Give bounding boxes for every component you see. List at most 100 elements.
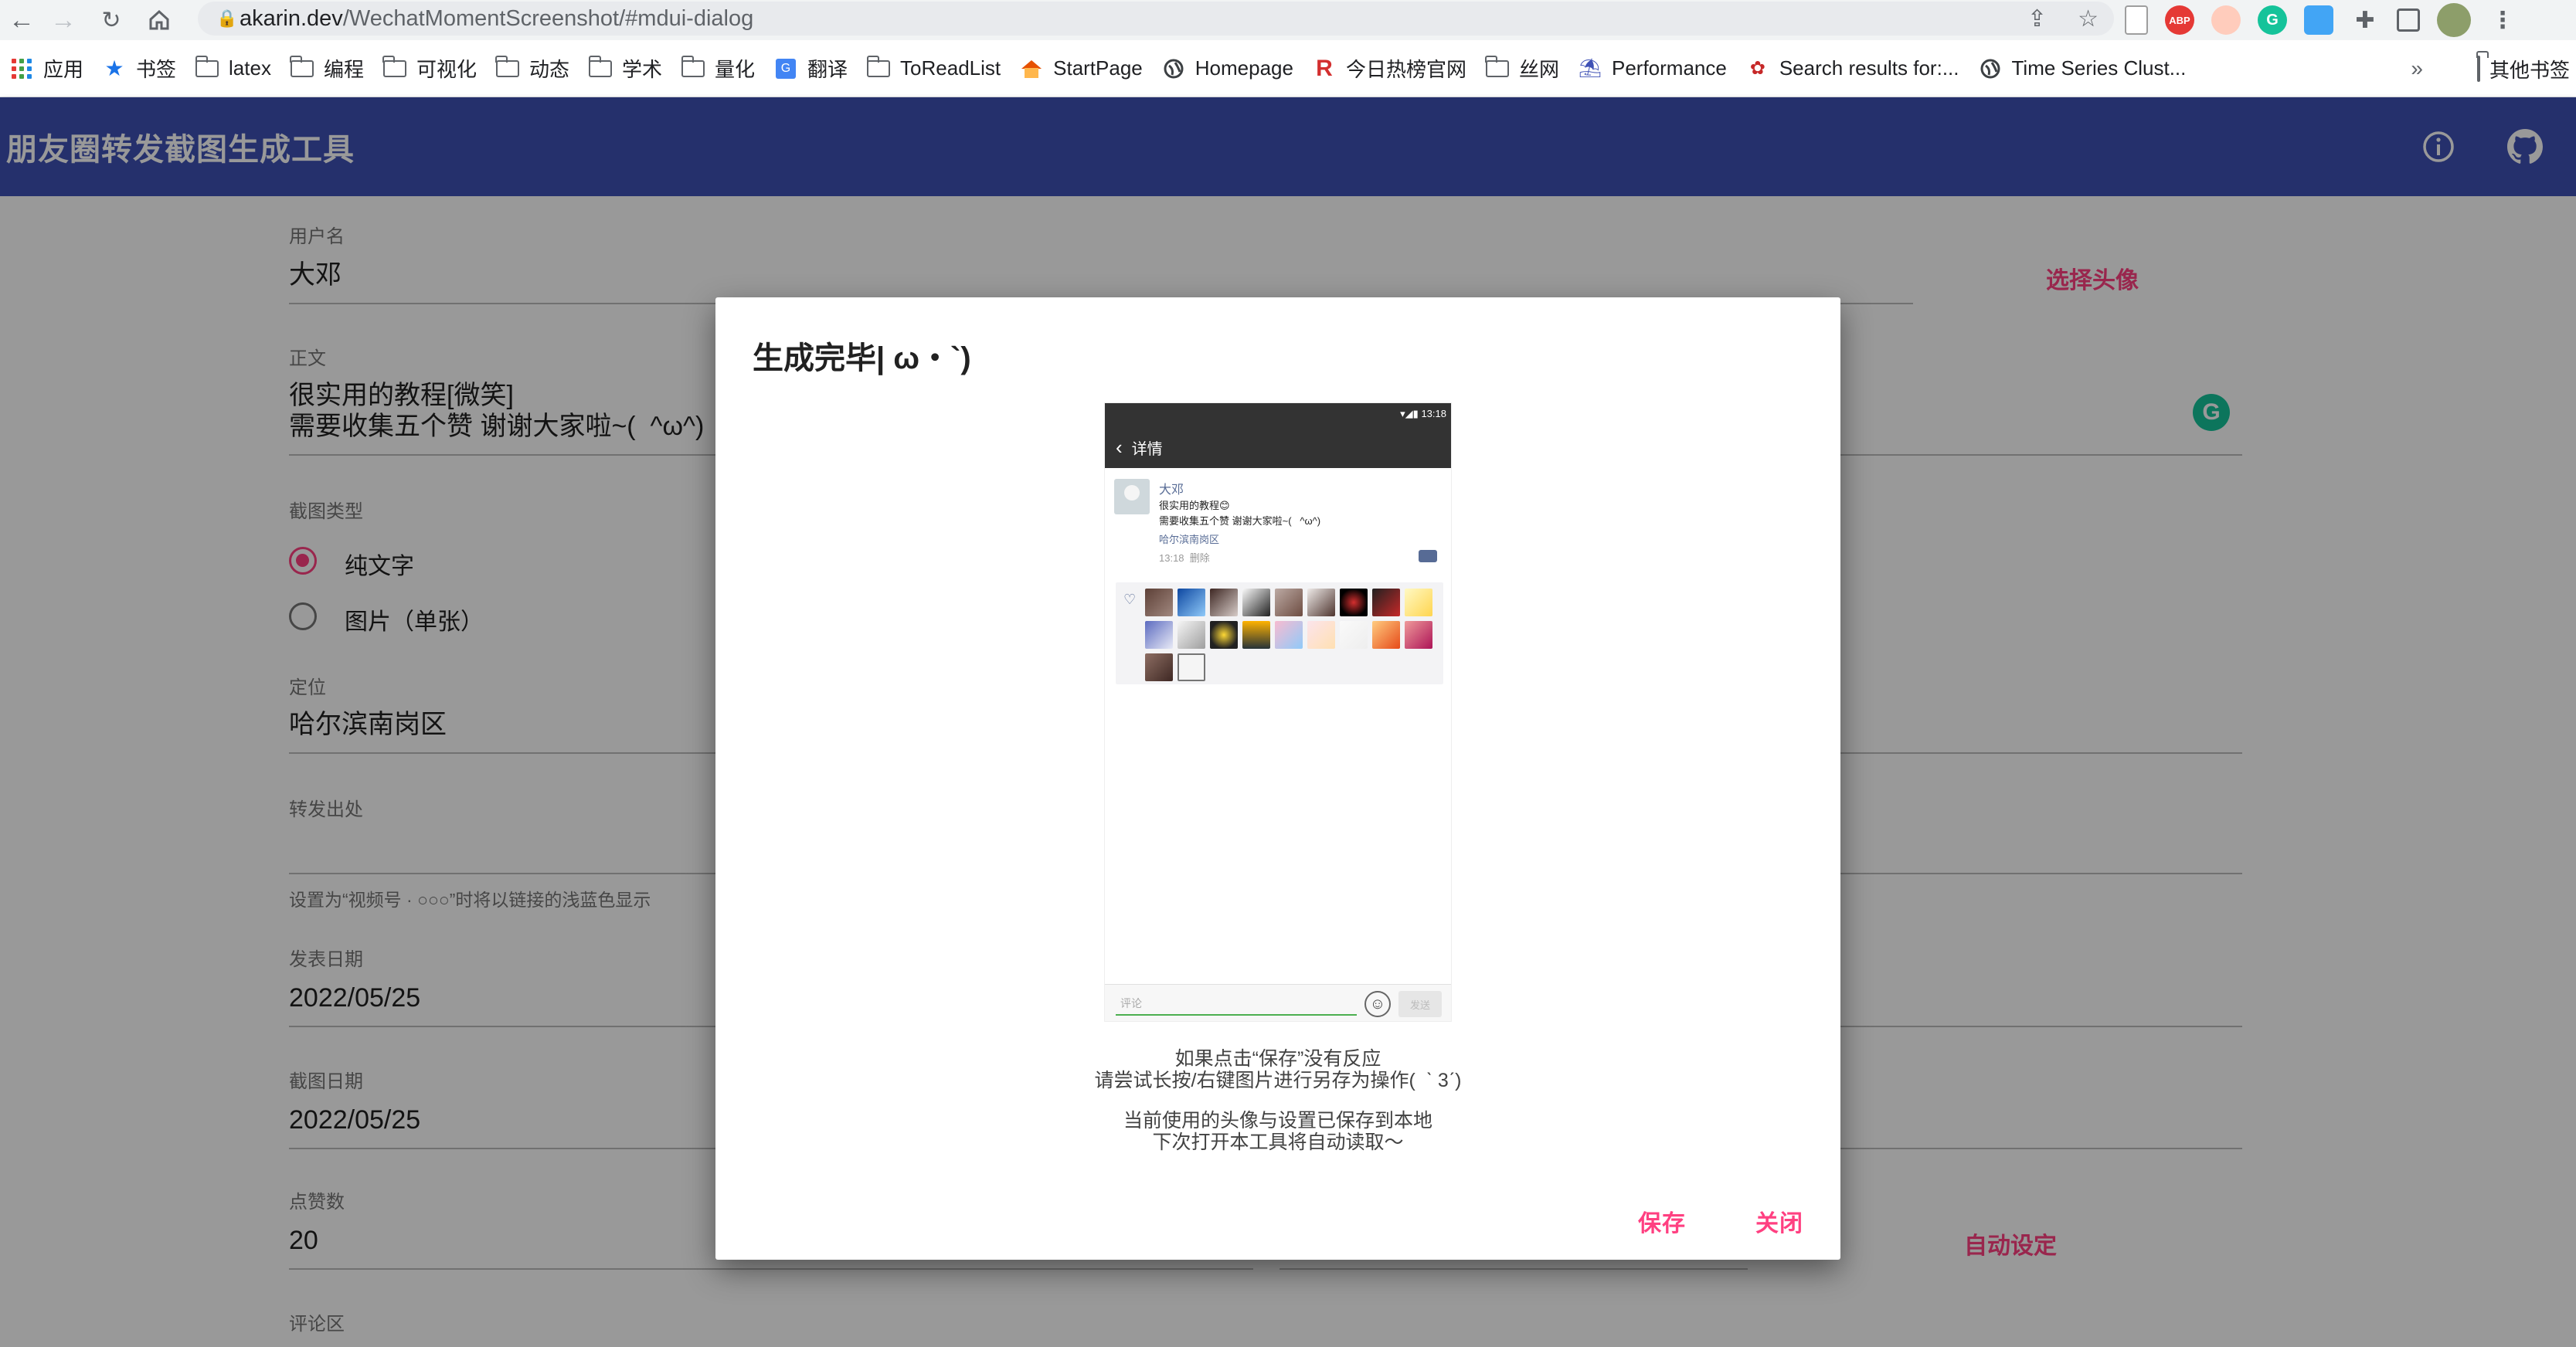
lock-icon: 🔒 (216, 8, 238, 28)
preview-username: 大邓 (1159, 483, 1184, 497)
like-avatar (1275, 621, 1303, 649)
folder-icon (382, 55, 407, 80)
back-icon[interactable]: ← (0, 0, 43, 40)
folder-icon (195, 55, 219, 80)
preview-status-time: 13:18 (1421, 408, 1446, 419)
preview-emoji-icon: ☺ (1364, 991, 1391, 1017)
share-icon[interactable]: ⇪ (2027, 5, 2047, 32)
preview-location: 哈尔滨南岗区 (1159, 534, 1220, 545)
translate-icon: G (773, 58, 798, 80)
star-icon: ★ (104, 56, 124, 80)
preview-heart-icon: ♡ (1123, 592, 1137, 607)
preview-nav-bar: ‹ 详情 (1105, 426, 1451, 468)
like-avatar (1210, 589, 1238, 616)
like-avatar (1340, 621, 1368, 649)
preview-comment-input: 评论 (1116, 992, 1357, 1016)
globe-icon (1161, 58, 1186, 80)
close-button[interactable]: 关闭 (1755, 1204, 1803, 1238)
page-extension-icon[interactable] (2125, 5, 2148, 35)
like-avatar (1178, 621, 1205, 649)
url-path: /WechatMomentScreenshot/#mdui-dialog (342, 5, 754, 31)
apps-grid-icon (9, 58, 34, 80)
bookmark-folder-silk[interactable]: 丝网 (1480, 40, 1573, 97)
bookmark-star-icon[interactable]: ☆ (2078, 5, 2099, 32)
preview-send-button: 发送 (1398, 991, 1442, 1017)
folder-icon (681, 55, 705, 80)
globe-icon (1978, 58, 2003, 80)
like-avatar (1372, 621, 1400, 649)
bookmark-folder-academic[interactable]: 学术 (583, 40, 676, 97)
forward-icon[interactable]: → (42, 0, 85, 40)
preview-nav-title: 详情 (1131, 440, 1163, 458)
puzzle-icon[interactable]: ✚ (2350, 5, 2380, 35)
bookmark-folder-programming[interactable]: 编程 (285, 40, 378, 97)
preview-status-bar: ▾◢▮ 13:18 (1105, 403, 1451, 426)
bookmark-performance[interactable]: ⛱ Performance (1573, 40, 1741, 97)
like-avatar (1178, 653, 1205, 681)
folder-icon (2476, 55, 2480, 82)
bookmark-today-hot[interactable]: R 今日热榜官网 (1307, 40, 1480, 97)
like-avatar (1242, 621, 1270, 649)
like-avatar (1405, 621, 1432, 649)
rainbow-extension-icon[interactable] (2211, 5, 2241, 35)
generated-screenshot-preview[interactable]: ▾◢▮ 13:18 ‹ 详情 大邓 很实用的教程😊 需要收集五个赞 谢谢大家啦~… (1104, 402, 1452, 1022)
preview-more-icon (1419, 550, 1437, 562)
like-avatar (1307, 621, 1335, 649)
preview-body-line1: 很实用的教程😊 (1159, 500, 1230, 511)
grammarly-icon[interactable]: G (2258, 5, 2287, 35)
folder-icon (866, 55, 891, 80)
result-dialog: 生成完毕| ω・`) ▾◢▮ 13:18 ‹ 详情 大邓 很实用的教程😊 需要收… (715, 297, 1840, 1260)
menu-icon[interactable]: ⋮ (2488, 5, 2517, 35)
like-avatar (1210, 621, 1238, 649)
sidepanel-icon[interactable] (2397, 8, 2420, 32)
bookmark-homepage[interactable]: Homepage (1157, 40, 1307, 97)
preview-body-line2: 需要收集五个赞 谢谢大家啦~( ^ω^) (1159, 515, 1321, 527)
browser-toolbar: ← → ↻ 🔒 akarin.dev/WechatMomentScreensho… (0, 0, 2576, 40)
folder-icon (588, 55, 613, 80)
bookmark-folder-news[interactable]: 动态 (491, 40, 583, 97)
status-signal-icon: ▾◢▮ (1400, 408, 1422, 419)
like-avatar (1242, 589, 1270, 616)
like-avatar (1145, 653, 1173, 681)
folder-icon (1485, 55, 1510, 80)
bookmark-folder-visualization[interactable]: 可视化 (378, 40, 491, 97)
bookmark-time-series[interactable]: Time Series Clust... (1973, 40, 2200, 97)
folder-icon (495, 55, 520, 80)
dialog-note-save: 如果点击“保存”没有反应 请尝试长按/右键图片进行另存为操作( ˋ 3ˊ) (1094, 1048, 1462, 1091)
bookmark-startpage[interactable]: StartPage (1014, 40, 1157, 97)
bookmark-bookmarks[interactable]: ★ 书签 (97, 40, 190, 97)
reload-icon[interactable]: ↻ (90, 0, 133, 40)
like-avatar (1145, 621, 1173, 649)
dialog-title: 生成完毕| ω・`) (753, 341, 971, 375)
bookmarks-overflow-icon[interactable]: » (2411, 40, 2423, 97)
r-logo-icon: R (1316, 55, 1333, 81)
bookmark-search-results[interactable]: ✿ Search results for:... (1741, 40, 1973, 97)
like-avatar (1178, 589, 1205, 616)
preview-comment-bar: 评论 ☺ 发送 (1105, 984, 1451, 1021)
like-avatar (1340, 589, 1368, 616)
adblock-icon[interactable]: ABP (2165, 5, 2194, 35)
home-icon[interactable] (138, 0, 181, 40)
bookmark-folder-toreadlist[interactable]: ToReadList (861, 40, 1014, 97)
preview-time: 13:18 删除 (1159, 552, 1210, 564)
bookmark-apps[interactable]: 应用 (5, 40, 97, 97)
preview-likes-panel: ♡ (1116, 582, 1443, 684)
bookmark-folder-quant[interactable]: 量化 (676, 40, 769, 97)
bookmark-translate[interactable]: G 翻译 (769, 40, 861, 97)
emblem-icon: ✿ (1749, 58, 1765, 79)
address-bar[interactable]: 🔒 akarin.dev/WechatMomentScreenshot/#mdu… (198, 2, 2114, 36)
save-button[interactable]: 保存 (1638, 1204, 1686, 1238)
bell-icon: ⛱ (1578, 58, 1602, 79)
url-host: akarin.dev (240, 5, 343, 31)
preview-avatar (1114, 479, 1150, 514)
wifi-extension-icon[interactable] (2304, 5, 2333, 35)
bookmark-folder-latex[interactable]: latex (190, 40, 285, 97)
like-avatar (1405, 589, 1432, 616)
folder-icon (290, 55, 314, 80)
like-avatar (1145, 589, 1173, 616)
like-avatar (1372, 589, 1400, 616)
other-bookmarks[interactable]: 其他书签 (2476, 40, 2570, 97)
profile-avatar[interactable] (2437, 3, 2471, 37)
bookmarks-bar: 应用 ★ 书签 latex 编程 可视化 动态 学术 量化 G 翻译 ToRea… (0, 40, 2576, 97)
like-avatar (1275, 589, 1303, 616)
